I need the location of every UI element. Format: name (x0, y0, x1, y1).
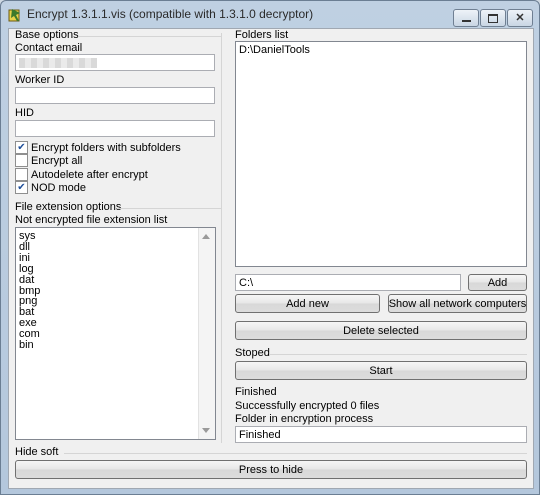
window-title: Encrypt 1.3.1.1.vis (compatible with 1.3… (27, 7, 314, 21)
checkbox-label: Autodelete after encrypt (31, 168, 148, 181)
extension-items: sys dll ini log dat bmp png bat exe com bin (19, 231, 40, 351)
minimize-button[interactable] (453, 9, 479, 27)
delete-selected-button[interactable]: Delete selected (235, 321, 527, 340)
checkbox-label: Encrypt folders with subfolders (31, 141, 181, 154)
checkbox-box[interactable]: ✔ (15, 181, 28, 194)
folder-items: D:\DanielTools (239, 44, 310, 56)
app-window: Encrypt 1.3.1.1.vis (compatible with 1.3… (0, 0, 540, 495)
checkmark-icon: ✔ (17, 181, 26, 193)
checkbox-box[interactable] (15, 154, 28, 167)
scroll-down-icon[interactable] (202, 428, 210, 433)
current-folder-field[interactable]: Finished (235, 426, 527, 443)
status-line-finished: Finished (235, 386, 277, 398)
checkbox-box[interactable] (15, 168, 28, 181)
checkbox-label: NOD mode (31, 181, 87, 194)
extension-item[interactable]: bin (19, 340, 40, 351)
checkbox-nod-mode[interactable]: ✔ NOD mode (15, 181, 86, 194)
extension-item[interactable]: log (19, 263, 40, 275)
file-extension-group-label: File extension options (15, 201, 122, 213)
current-folder-value: Finished (239, 429, 281, 441)
hide-soft-divider (64, 453, 527, 454)
checkbox-autodelete[interactable]: Autodelete after encrypt (15, 168, 148, 181)
worker-id-field[interactable] (15, 87, 215, 104)
minimize-icon (461, 20, 471, 22)
folder-path-value: C:\ (239, 277, 254, 289)
contact-email-label: Contact email (15, 42, 83, 54)
checkbox-encrypt-all[interactable]: Encrypt all (15, 154, 82, 167)
show-network-computers-button[interactable]: Show all network computers (388, 294, 527, 313)
checkbox-box[interactable]: ✔ (15, 141, 28, 154)
folders-group-label: Folders list (235, 29, 289, 41)
redacted-email-mask (19, 58, 97, 68)
checkbox-encrypt-subfolders[interactable]: ✔ Encrypt folders with subfolders (15, 141, 181, 154)
app-icon (7, 7, 23, 23)
base-options-divider (79, 36, 221, 37)
file-extension-divider (117, 208, 221, 209)
base-options-group-label: Base options (15, 29, 79, 41)
add-button[interactable]: Add (468, 274, 527, 291)
left-panel-divider (221, 33, 222, 443)
extension-item[interactable]: dat (19, 274, 40, 286)
folders-list[interactable]: D:\DanielTools (235, 41, 527, 267)
extension-list[interactable]: sys dll ini log dat bmp png bat exe com bin (15, 227, 216, 440)
maximize-button[interactable] (480, 9, 506, 27)
extension-list-scrollbar[interactable] (198, 228, 215, 439)
folder-path-input[interactable]: C:\ (235, 274, 461, 291)
press-to-hide-button[interactable]: Press to hide (15, 460, 527, 479)
start-button[interactable]: Start (235, 361, 527, 380)
maximize-icon (488, 13, 498, 23)
contact-email-field[interactable] (15, 54, 215, 71)
status-group-label: Stoped (235, 347, 270, 359)
extension-list-label: Not encrypted file extension list (15, 214, 168, 226)
add-new-button[interactable]: Add new (235, 294, 380, 313)
hid-field[interactable] (15, 120, 215, 137)
folder-item[interactable]: D:\DanielTools (239, 44, 310, 56)
scroll-up-icon[interactable] (202, 234, 210, 239)
hid-label: HID (15, 107, 34, 119)
worker-id-label: Worker ID (15, 74, 65, 86)
close-icon: ✕ (515, 11, 525, 24)
client-area: Base options Contact email Worker ID HID… (8, 28, 534, 489)
title-bar[interactable]: Encrypt 1.3.1.1.vis (compatible with 1.3… (1, 1, 539, 27)
close-button[interactable]: ✕ (507, 9, 533, 27)
status-line-folder-in-process: Folder in encryption process (235, 413, 374, 425)
checkmark-icon: ✔ (17, 141, 26, 153)
status-divider (269, 354, 527, 355)
status-line-encrypted-count: Successfully encrypted 0 files (235, 400, 380, 412)
checkbox-label: Encrypt all (31, 154, 83, 167)
hide-soft-group-label: Hide soft (15, 446, 59, 458)
